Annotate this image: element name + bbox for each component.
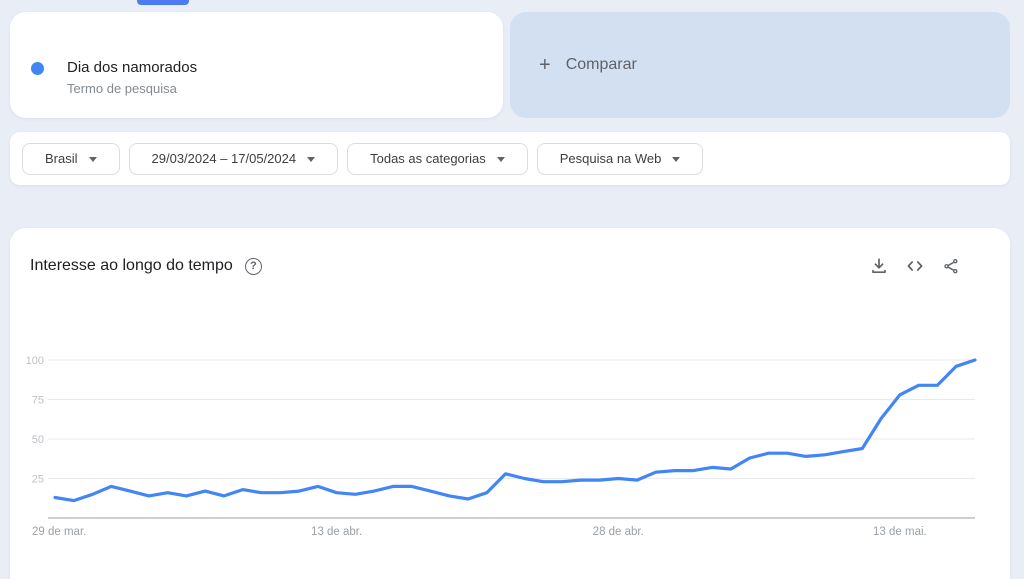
x-axis-tick-label: 28 de abr.	[593, 526, 644, 538]
embed-code-icon[interactable]	[906, 257, 924, 275]
x-axis-tick-label: 29 de mar.	[32, 526, 86, 538]
search-type-filter-label: Pesquisa na Web	[559, 151, 662, 166]
chart-header: Interesse ao longo do tempo ?	[30, 254, 990, 278]
trend-line	[53, 358, 977, 503]
download-icon[interactable]	[870, 257, 888, 275]
interest-chart[interactable]: 25 50 75 100 29 de mar. 13 de abr. 28 de abr. 1…	[10, 340, 1010, 558]
help-icon[interactable]: ?	[244, 257, 262, 275]
chart-title: Interesse ao longo do tempo	[30, 257, 233, 274]
chevron-down-icon	[88, 156, 97, 162]
chevron-down-icon	[307, 156, 316, 162]
search-type-filter-dropdown[interactable]: Pesquisa na Web	[536, 142, 704, 175]
chevron-down-icon	[496, 156, 505, 162]
country-filter-label: Brasil	[45, 151, 78, 166]
category-filter-dropdown[interactable]: Todas as categorias	[347, 142, 528, 175]
search-term-subtitle: Termo de pesquisa	[67, 81, 177, 96]
country-filter-dropdown[interactable]: Brasil	[22, 142, 120, 175]
compare-add-button[interactable]: + Comparar	[510, 12, 1010, 118]
interest-over-time-card: Interesse ao longo do tempo ? 25 50 75 1…	[10, 228, 1010, 579]
series-color-dot-icon	[31, 62, 44, 75]
y-axis-tick-label: 100	[26, 355, 44, 367]
y-axis-tick-label: 50	[32, 434, 44, 446]
chevron-down-icon	[672, 156, 681, 162]
plus-icon: +	[539, 54, 551, 76]
y-axis-tick-label: 75	[32, 395, 44, 407]
search-terms-row: Dia dos namorados Termo de pesquisa + Co…	[10, 12, 1010, 118]
category-filter-label: Todas as categorias	[370, 151, 486, 166]
google-trends-page: { "colors": { "accent_blue": "#4285f4", …	[0, 0, 1024, 579]
term-text-block: Dia dos namorados Termo de pesquisa	[67, 58, 197, 97]
filter-bar: Brasil 29/03/2024 – 17/05/2024 Todas as …	[10, 132, 1010, 185]
x-axis-tick-label: 13 de abr.	[311, 526, 362, 538]
x-axis-tick-label: 13 de mai.	[873, 526, 927, 538]
date-range-filter-label: 29/03/2024 – 17/05/2024	[151, 151, 297, 166]
chart-actions	[870, 257, 960, 275]
date-range-filter-dropdown[interactable]: 29/03/2024 – 17/05/2024	[128, 142, 339, 175]
compare-label: Comparar	[565, 56, 637, 73]
search-term-title: Dia dos namorados	[67, 59, 198, 76]
active-tab-indicator	[137, 0, 189, 5]
y-axis-tick-label: 25	[32, 474, 44, 486]
search-term-card[interactable]: Dia dos namorados Termo de pesquisa	[10, 12, 503, 118]
share-icon[interactable]	[942, 257, 960, 275]
